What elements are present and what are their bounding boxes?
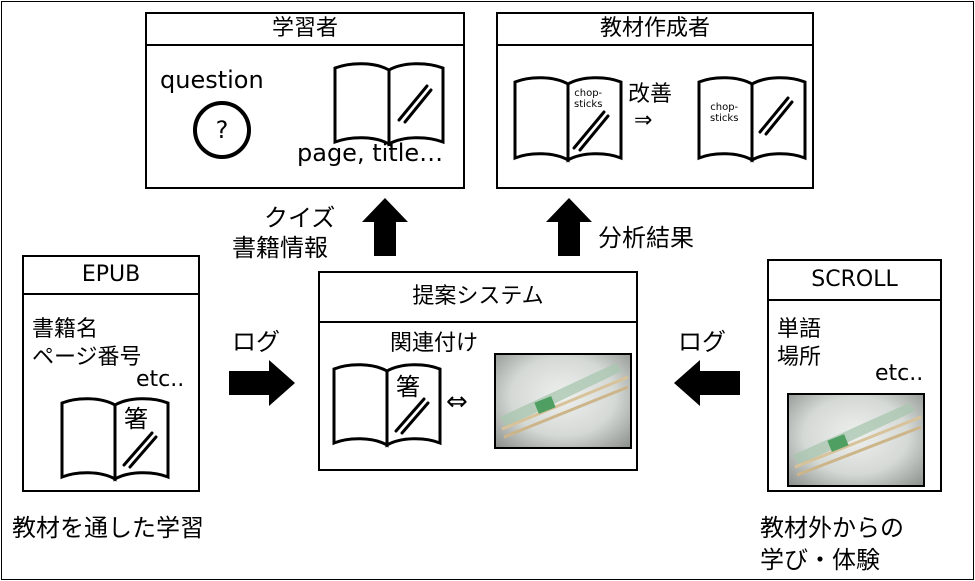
link-arrow: ⇔ [446, 387, 468, 417]
log-label-right: ログ [678, 328, 726, 356]
right-arrow-log [229, 360, 295, 406]
question-circle: ? [193, 101, 251, 159]
improve-arrow: ⇒ [634, 108, 653, 133]
creator-box: 教材作成者 chop- sticks 改善 ⇒ chop- sticks [496, 12, 814, 189]
analysis-label: 分析結果 [598, 224, 694, 252]
epub-caption: 教材を通した学習 [12, 514, 204, 542]
scroll-title: SCROLL [769, 261, 940, 301]
book-caption: page, title… [297, 139, 444, 167]
learner-box: 学習者 question ? page, title… [145, 12, 465, 189]
scroll-photo-content [793, 403, 922, 477]
system-book-icon [332, 363, 442, 448]
question-mark: ? [215, 116, 229, 144]
epub-line-page-number: ページ番号 [32, 345, 142, 370]
book-after-text: chop- sticks [710, 102, 739, 124]
up-arrow-right [546, 198, 592, 256]
system-title: 提案システム [320, 273, 636, 323]
epub-box: EPUB 書籍名 ページ番号 etc.. 箸 [22, 255, 200, 492]
scroll-line-etc: etc.. [875, 361, 924, 386]
system-book-char: 箸 [396, 373, 420, 401]
system-subtitle: 関連付け [390, 331, 479, 356]
log-label-left: ログ [232, 328, 280, 356]
chopsticks-photo [494, 353, 632, 449]
chopsticks-photo-content [500, 363, 629, 439]
creator-title: 教材作成者 [498, 14, 812, 46]
scroll-box: SCROLL 単語 場所 etc.. [767, 259, 942, 492]
scroll-line-place: 場所 [777, 345, 822, 370]
book-before-icon [513, 76, 623, 163]
open-book-icon [333, 62, 445, 147]
book-before-text: chop- sticks [574, 88, 603, 110]
scroll-caption-line2: 学び・体験 [760, 546, 880, 574]
epub-title: EPUB [24, 257, 198, 295]
quiz-label-line2: 書籍情報 [232, 234, 328, 262]
scroll-caption-line1: 教材外からの [760, 514, 904, 542]
scroll-chopsticks-photo [787, 393, 925, 487]
question-label: question [160, 66, 264, 94]
up-arrow-left [362, 198, 408, 256]
proposed-system-box: 提案システム 関連付け 箸 ⇔ [318, 271, 638, 471]
epub-book-icon [60, 397, 170, 482]
learner-title: 学習者 [147, 14, 463, 46]
epub-book-char: 箸 [124, 405, 148, 433]
left-arrow-log [674, 360, 740, 406]
improve-label: 改善 [628, 82, 673, 107]
